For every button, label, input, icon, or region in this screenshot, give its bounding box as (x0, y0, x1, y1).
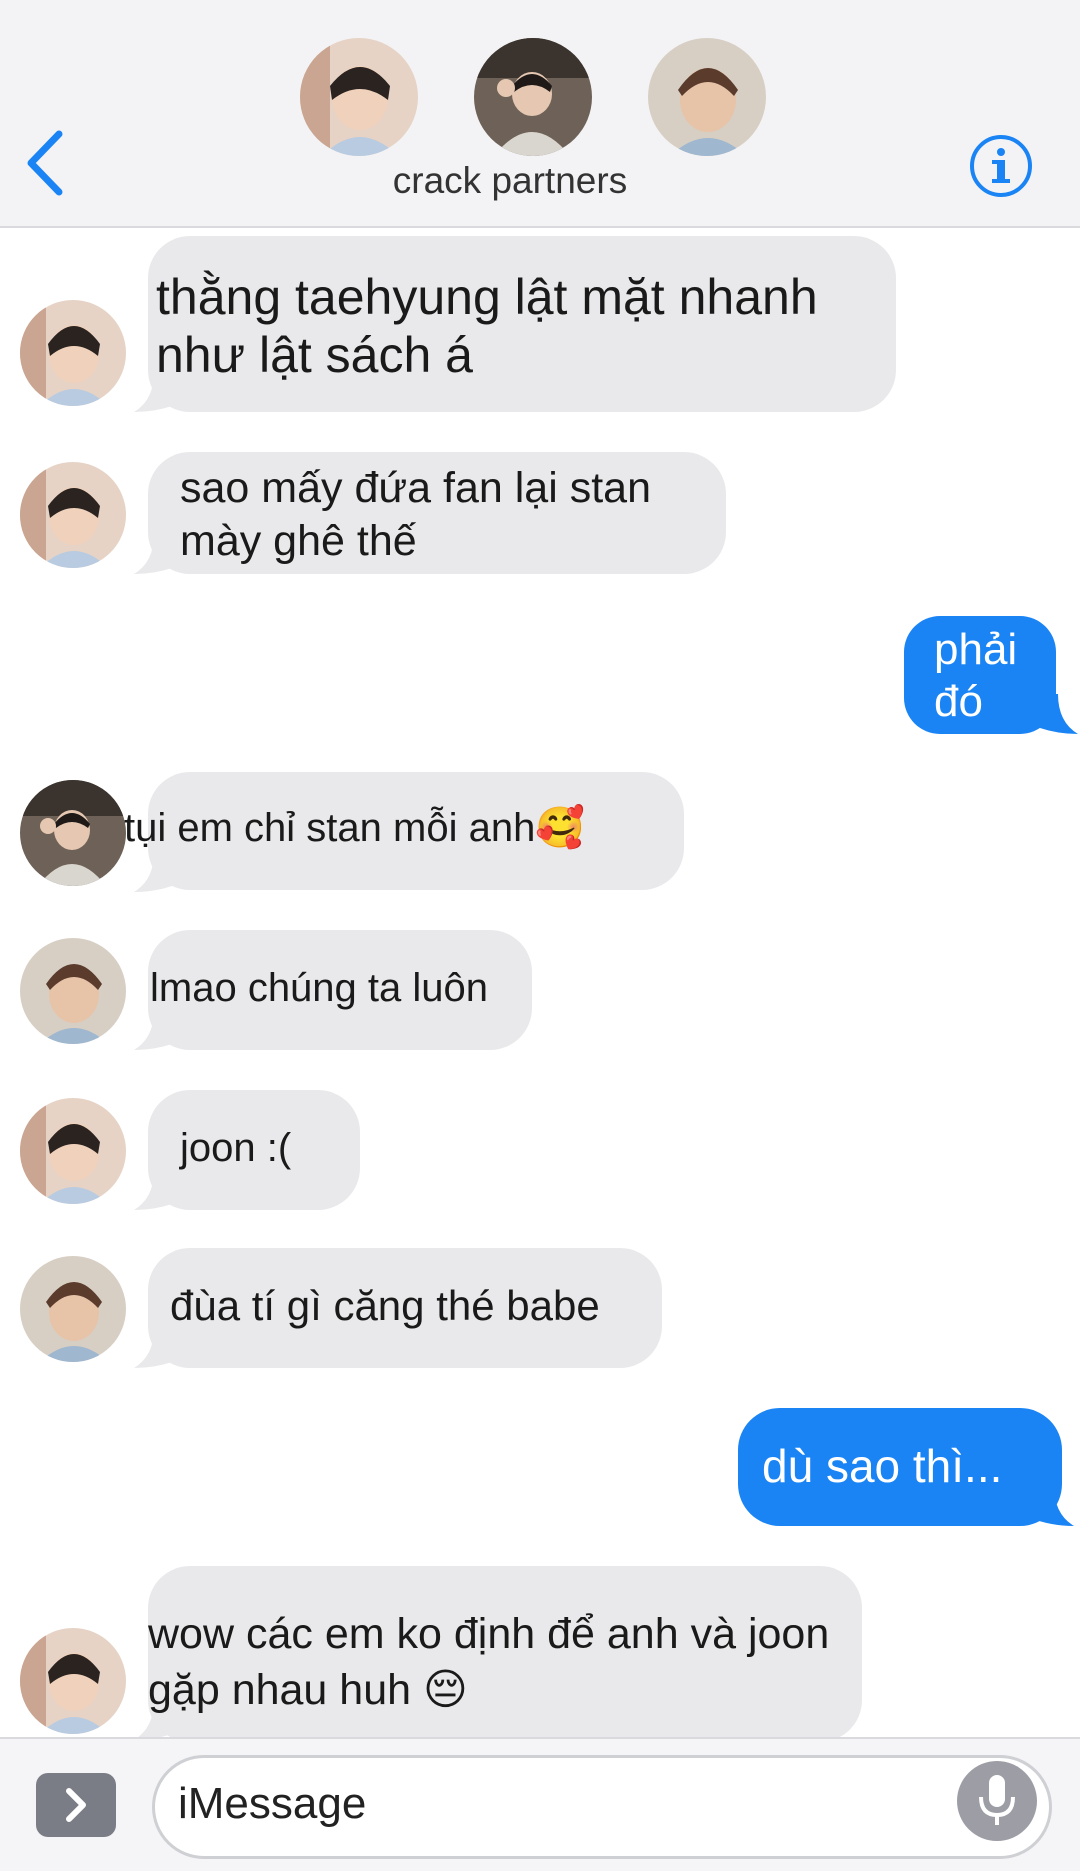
apps-button[interactable] (36, 1773, 116, 1837)
sender-avatar[interactable] (20, 1098, 126, 1204)
sender-avatar[interactable] (20, 938, 126, 1044)
message-text: đùa tí gì căng thé babe (170, 1282, 600, 1329)
incoming-message[interactable]: đùa tí gì căng thé babe (148, 1248, 662, 1368)
microphone-icon (979, 1775, 1015, 1825)
message-composer: iMessage (0, 1737, 1080, 1871)
sender-avatar[interactable] (20, 780, 126, 886)
participant-avatar-1[interactable] (300, 38, 418, 156)
message-line: mày ghê thế (180, 517, 417, 565)
message-line: wow các em ko định để anh và joon (148, 1610, 830, 1658)
message-line: sao mấy đứa fan lại stan (180, 464, 651, 512)
message-text: tụi em chỉ stan mỗi anh (124, 806, 536, 850)
conversation-title[interactable]: crack partners (0, 160, 1020, 202)
conversation-header: crack partners (0, 0, 1080, 228)
message-line: gặp nhau huh (148, 1666, 412, 1714)
sender-avatar[interactable] (20, 462, 126, 568)
sender-avatar[interactable] (20, 1256, 126, 1362)
outgoing-message[interactable]: dù sao thì... (738, 1408, 1062, 1526)
participant-avatar-3[interactable] (648, 38, 766, 156)
incoming-message[interactable]: sao mấy đứa fan lại stan mày ghê thế (148, 452, 726, 574)
message-input-placeholder[interactable]: iMessage (178, 1779, 366, 1829)
outgoing-message[interactable]: phải đó (904, 616, 1056, 734)
info-icon (970, 135, 1032, 197)
participant-avatar-2[interactable] (474, 38, 592, 156)
message-line: phải (934, 625, 1018, 674)
dictation-button[interactable] (957, 1761, 1037, 1841)
message-line: đó (934, 677, 983, 726)
info-button[interactable] (968, 133, 1034, 199)
message-line: như lật sách á (156, 327, 473, 383)
message-text: lmao chúng ta luôn (150, 966, 489, 1010)
incoming-message[interactable]: tụi em chỉ stan mỗi anh🥰 (124, 772, 684, 890)
incoming-message[interactable]: wow các em ko định để anh và joon gặp nh… (148, 1566, 862, 1742)
message-text: joon :( (180, 1126, 292, 1170)
incoming-message[interactable]: joon :( (148, 1090, 360, 1210)
chevron-right-icon (66, 1788, 86, 1822)
incoming-message[interactable]: thằng taehyung lật mặt nhanh như lật sác… (148, 236, 896, 412)
sender-avatar[interactable] (20, 1628, 126, 1734)
sender-avatar[interactable] (20, 300, 126, 406)
message-line: thằng taehyung lật mặt nhanh (156, 269, 818, 325)
incoming-message[interactable]: lmao chúng ta luôn (148, 930, 532, 1050)
smiling-face-with-hearts-emoji: 🥰 (535, 806, 586, 850)
pensive-face-emoji: 😔 (423, 1666, 468, 1714)
message-text: dù sao thì... (762, 1440, 1003, 1492)
